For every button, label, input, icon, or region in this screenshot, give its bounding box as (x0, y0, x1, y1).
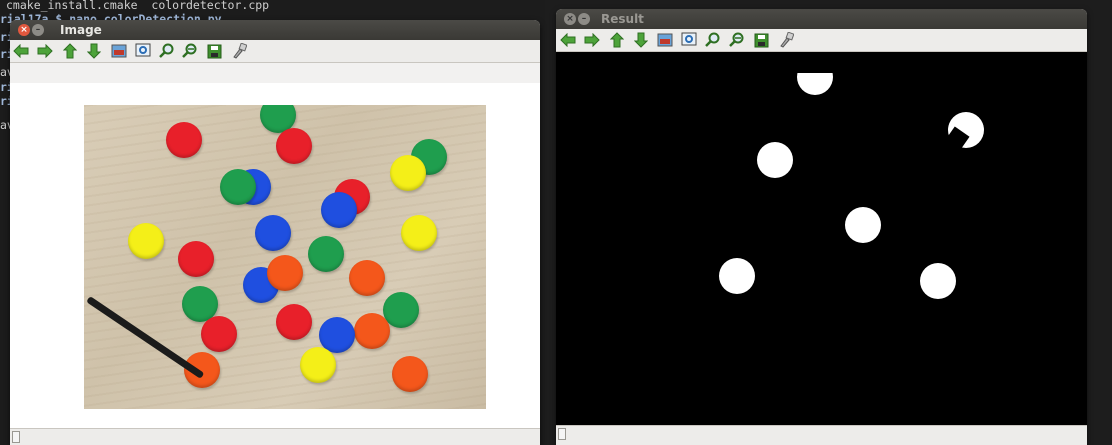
zoom-fit-icon[interactable] (680, 31, 698, 49)
minimize-icon[interactable]: – (32, 24, 44, 36)
detected-blob (757, 142, 793, 178)
image-window: × – Image (10, 20, 540, 445)
detected-blob (845, 207, 881, 243)
yellow-disc (300, 347, 336, 383)
image-toolbar (10, 40, 540, 63)
save-icon[interactable] (752, 31, 770, 49)
image-window-titlebar[interactable]: × – Image (10, 20, 540, 40)
zoom-in-icon[interactable] (704, 31, 722, 49)
arrow-right-icon[interactable] (36, 42, 54, 60)
result-window: × – Result (556, 9, 1087, 445)
red-disc (178, 241, 214, 277)
zoom-out-icon[interactable] (181, 42, 199, 60)
detected-blob (719, 258, 755, 294)
resize-grip[interactable] (12, 431, 20, 443)
yellow-disc (390, 155, 426, 191)
arrow-left-icon[interactable] (559, 31, 577, 49)
zoom-fit-icon[interactable] (134, 42, 152, 60)
green-disc (308, 236, 344, 272)
arrow-left-icon[interactable] (12, 42, 30, 60)
arrow-right-icon[interactable] (583, 31, 601, 49)
arrow-up-icon[interactable] (61, 42, 79, 60)
result-toolbar (556, 29, 1087, 52)
detected-blob (920, 263, 956, 299)
arrow-down-icon[interactable] (85, 42, 103, 60)
red-disc (166, 122, 202, 158)
yellow-disc (128, 223, 164, 259)
arrow-down-icon[interactable] (632, 31, 650, 49)
close-icon[interactable]: × (18, 24, 30, 36)
orange-disc (349, 260, 385, 296)
window-title: Result (601, 12, 644, 26)
blue-disc (255, 215, 291, 251)
color-chips-photo (84, 105, 486, 409)
result-window-titlebar[interactable]: × – Result (556, 9, 1087, 29)
resize-grip[interactable] (558, 428, 566, 440)
result-statusbar (556, 425, 1087, 445)
result-mask-canvas (556, 52, 1087, 426)
properties-icon[interactable] (230, 42, 248, 60)
blue-disc (321, 192, 357, 228)
window-title: Image (60, 23, 102, 37)
terminal-line: cmake_install.cmake colordetector.cpp (6, 0, 270, 12)
red-disc (201, 316, 237, 352)
arrow-up-icon[interactable] (608, 31, 626, 49)
zoom-in-icon[interactable] (158, 42, 176, 60)
green-disc (220, 169, 256, 205)
zoom-out-icon[interactable] (728, 31, 746, 49)
red-disc (276, 128, 312, 164)
orange-disc (392, 356, 428, 392)
yellow-disc (401, 215, 437, 251)
close-icon[interactable]: × (564, 13, 576, 25)
minimize-icon[interactable]: – (578, 13, 590, 25)
properties-icon[interactable] (777, 31, 795, 49)
mask-top-edge (556, 52, 1087, 73)
image-canvas (10, 83, 540, 429)
orange-disc (267, 255, 303, 291)
image-statusbar (10, 428, 540, 445)
orange-disc (354, 313, 390, 349)
red-disc (276, 304, 312, 340)
image-icon[interactable] (656, 31, 674, 49)
image-icon[interactable] (110, 42, 128, 60)
save-icon[interactable] (205, 42, 223, 60)
